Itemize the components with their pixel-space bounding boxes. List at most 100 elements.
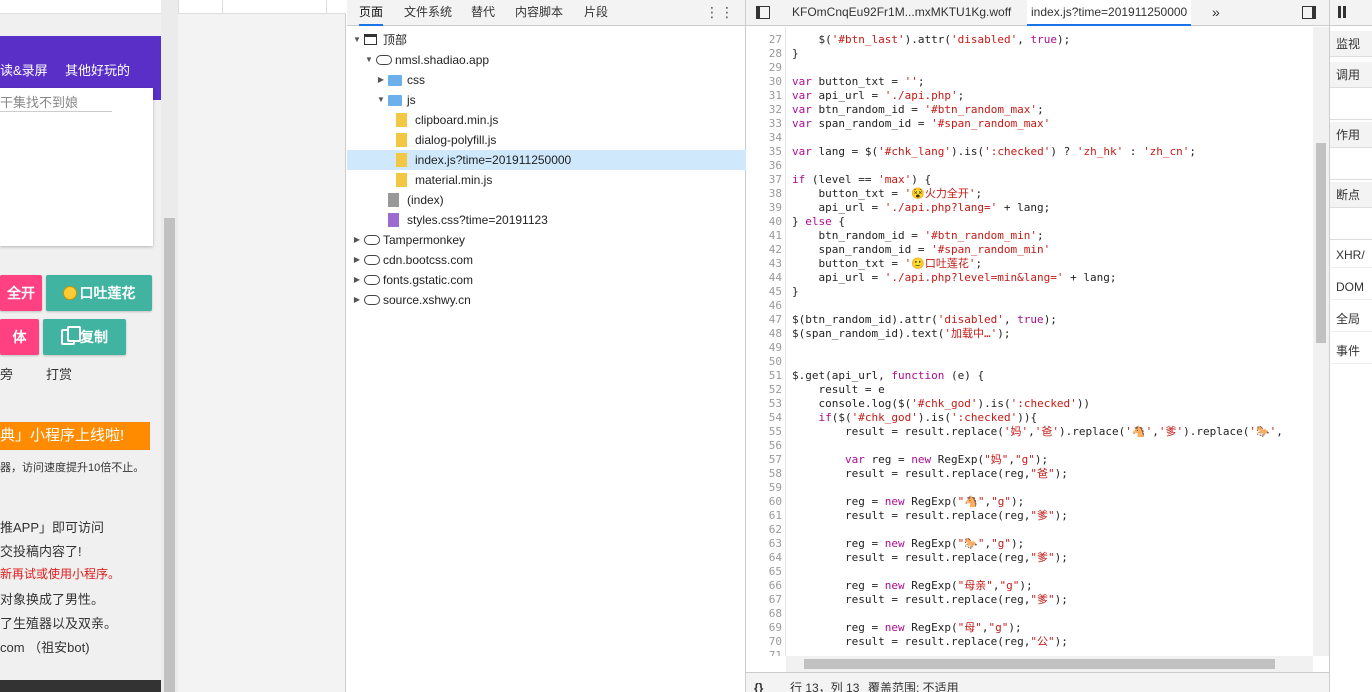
tree-item[interactable]: styles.css?time=20191123 — [347, 210, 746, 230]
line-number[interactable]: 29 — [746, 61, 782, 75]
tab-content-scripts[interactable]: 内容脚本 — [515, 0, 563, 26]
code-line[interactable]: var lang = $('#chk_lang').is(':checked')… — [792, 145, 1196, 159]
expand-right-icon[interactable]: ▶ — [352, 250, 362, 270]
code-line[interactable]: result = result.replace(reg,"公"); — [792, 635, 1068, 649]
line-number[interactable]: 59 — [746, 481, 782, 495]
toggle-debugger-icon[interactable] — [1302, 6, 1316, 19]
donate-label[interactable]: 打赏 — [46, 364, 72, 383]
line-number[interactable]: 65 — [746, 565, 782, 579]
line-number[interactable]: 56 — [746, 439, 782, 453]
tab-filesystem[interactable]: 文件系统 — [404, 0, 452, 26]
tree-item[interactable]: (index) — [347, 190, 746, 210]
expand-down-icon[interactable]: ▼ — [364, 50, 374, 70]
code-line[interactable]: if (level == 'max') { — [792, 173, 931, 187]
line-number[interactable]: 61 — [746, 509, 782, 523]
line-number[interactable]: 45 — [746, 285, 782, 299]
line-number[interactable]: 33 — [746, 117, 782, 131]
line-number[interactable]: 38 — [746, 187, 782, 201]
line-number[interactable]: 48 — [746, 327, 782, 341]
code-line[interactable]: result = result.replace(reg,"爹"); — [792, 551, 1068, 565]
line-number[interactable]: 69 — [746, 621, 782, 635]
line-number[interactable]: 49 — [746, 341, 782, 355]
search-field[interactable]: 干集找不到娘 — [0, 92, 112, 112]
line-number[interactable]: 31 — [746, 89, 782, 103]
section-watch[interactable]: 监视 — [1330, 31, 1372, 57]
tree-item[interactable]: ▶ source.xshwy.cn — [347, 290, 746, 310]
section-scope[interactable]: 作用 — [1330, 122, 1372, 148]
line-number[interactable]: 70 — [746, 635, 782, 649]
code-line[interactable]: reg = new RegExp("🐎","g"); — [792, 537, 1024, 551]
line-number[interactable]: 50 — [746, 355, 782, 369]
tree-item[interactable]: dialog-polyfill.js — [347, 130, 746, 150]
line-number[interactable]: 47 — [746, 313, 782, 327]
code-line[interactable]: result = result.replace(reg,"爸"); — [792, 467, 1068, 481]
code-line[interactable]: } — [792, 285, 799, 299]
code-line[interactable]: result = e — [792, 383, 884, 397]
pause-icon[interactable] — [1338, 6, 1341, 18]
line-number[interactable]: 63 — [746, 537, 782, 551]
tree-item[interactable]: index.js?time=201911250000 — [347, 150, 746, 170]
tree-item[interactable]: ▶ Tampermonkey — [347, 230, 746, 250]
tree-item[interactable]: ▼ 顶部 — [347, 30, 746, 50]
code-area[interactable]: 27 $('#btn_last').attr('disabled', true)… — [746, 27, 1313, 656]
page-scrollbar-thumb[interactable] — [164, 218, 175, 692]
line-number[interactable]: 51 — [746, 369, 782, 383]
line-number[interactable]: 43 — [746, 257, 782, 271]
code-line[interactable]: result = result.replace(reg,"爹"); — [792, 509, 1068, 523]
code-line[interactable]: span_random_id = '#span_random_min' — [792, 243, 1050, 257]
editor-horizontal-scrollbar-thumb[interactable] — [804, 659, 1275, 669]
code-line[interactable]: button_txt = '😵火力全开'; — [792, 187, 982, 201]
tree-item[interactable]: material.min.js — [347, 170, 746, 190]
toggle-navigator-icon[interactable] — [756, 6, 770, 19]
tab-woff-file[interactable]: KFOmCnqEu92Fr1M...mxMKTU1Kg.woff — [792, 0, 1011, 26]
expand-down-icon[interactable]: ▼ — [352, 30, 362, 50]
more-options-icon[interactable]: ⋮⋮ — [705, 0, 735, 24]
line-number[interactable]: 27 — [746, 33, 782, 47]
tree-item[interactable]: ▶ css — [347, 70, 746, 90]
expand-right-icon[interactable]: ▶ — [352, 270, 362, 290]
tab-page[interactable]: 页面 — [359, 0, 384, 26]
expand-right-icon[interactable]: ▶ — [352, 290, 362, 310]
nav-link-other[interactable]: 其他好玩的 — [65, 60, 130, 79]
code-line[interactable]: $(btn_random_id).attr('disabled', true); — [792, 313, 1057, 327]
code-line[interactable]: var span_random_id = '#span_random_max' — [792, 117, 1050, 131]
line-number[interactable]: 55 — [746, 425, 782, 439]
line-number[interactable]: 36 — [746, 159, 782, 173]
expand-down-icon[interactable]: ▼ — [376, 90, 386, 110]
pretty-print-icon[interactable]: {} — [754, 673, 763, 692]
nav-link-record[interactable]: 读&录屏 — [0, 60, 48, 79]
line-number[interactable]: 67 — [746, 593, 782, 607]
code-line[interactable]: reg = new RegExp("🐴","g"); — [792, 495, 1024, 509]
line-number[interactable]: 35 — [746, 145, 782, 159]
tab-snippets[interactable]: 片段 — [584, 0, 608, 26]
line-number[interactable]: 53 — [746, 397, 782, 411]
line-number[interactable]: 64 — [746, 551, 782, 565]
code-line[interactable]: reg = new RegExp("母","g"); — [792, 621, 1022, 635]
more-tabs-icon[interactable]: » — [1212, 0, 1220, 26]
line-number[interactable]: 46 — [746, 299, 782, 313]
body-button[interactable]: 体 — [0, 319, 39, 355]
line-number[interactable]: 54 — [746, 411, 782, 425]
code-line[interactable]: var button_txt = ''; — [792, 75, 924, 89]
rank-label[interactable]: 旁 — [0, 364, 13, 383]
section-callstack[interactable]: 调用 — [1330, 62, 1372, 88]
line-number[interactable]: 44 — [746, 271, 782, 285]
line-number[interactable]: 37 — [746, 173, 782, 187]
line-number[interactable]: 40 — [746, 215, 782, 229]
tree-item[interactable]: ▼ nmsl.shadiao.app — [347, 50, 746, 70]
line-number[interactable]: 34 — [746, 131, 782, 145]
code-line[interactable]: api_url = './api.php?lang=' + lang; — [792, 201, 1050, 215]
line-number[interactable]: 62 — [746, 523, 782, 537]
line-number[interactable]: 57 — [746, 453, 782, 467]
tab-index-js[interactable]: index.js?time=201911250000 — [1027, 0, 1192, 26]
line-number[interactable]: 58 — [746, 467, 782, 481]
tree-item[interactable]: clipboard.min.js — [347, 110, 746, 130]
fire-button[interactable]: 全开 — [0, 275, 42, 311]
code-line[interactable]: result = result.replace(reg,"爹"); — [792, 593, 1068, 607]
copy-button[interactable]: 复制 — [43, 319, 126, 355]
editor-vertical-scrollbar-thumb[interactable] — [1316, 143, 1326, 343]
tree-item[interactable]: ▼ js — [347, 90, 746, 110]
expand-right-icon[interactable]: ▶ — [352, 230, 362, 250]
section-global[interactable]: 全局 — [1330, 306, 1372, 332]
code-line[interactable]: api_url = './api.php?level=min&lang=' + … — [792, 271, 1116, 285]
